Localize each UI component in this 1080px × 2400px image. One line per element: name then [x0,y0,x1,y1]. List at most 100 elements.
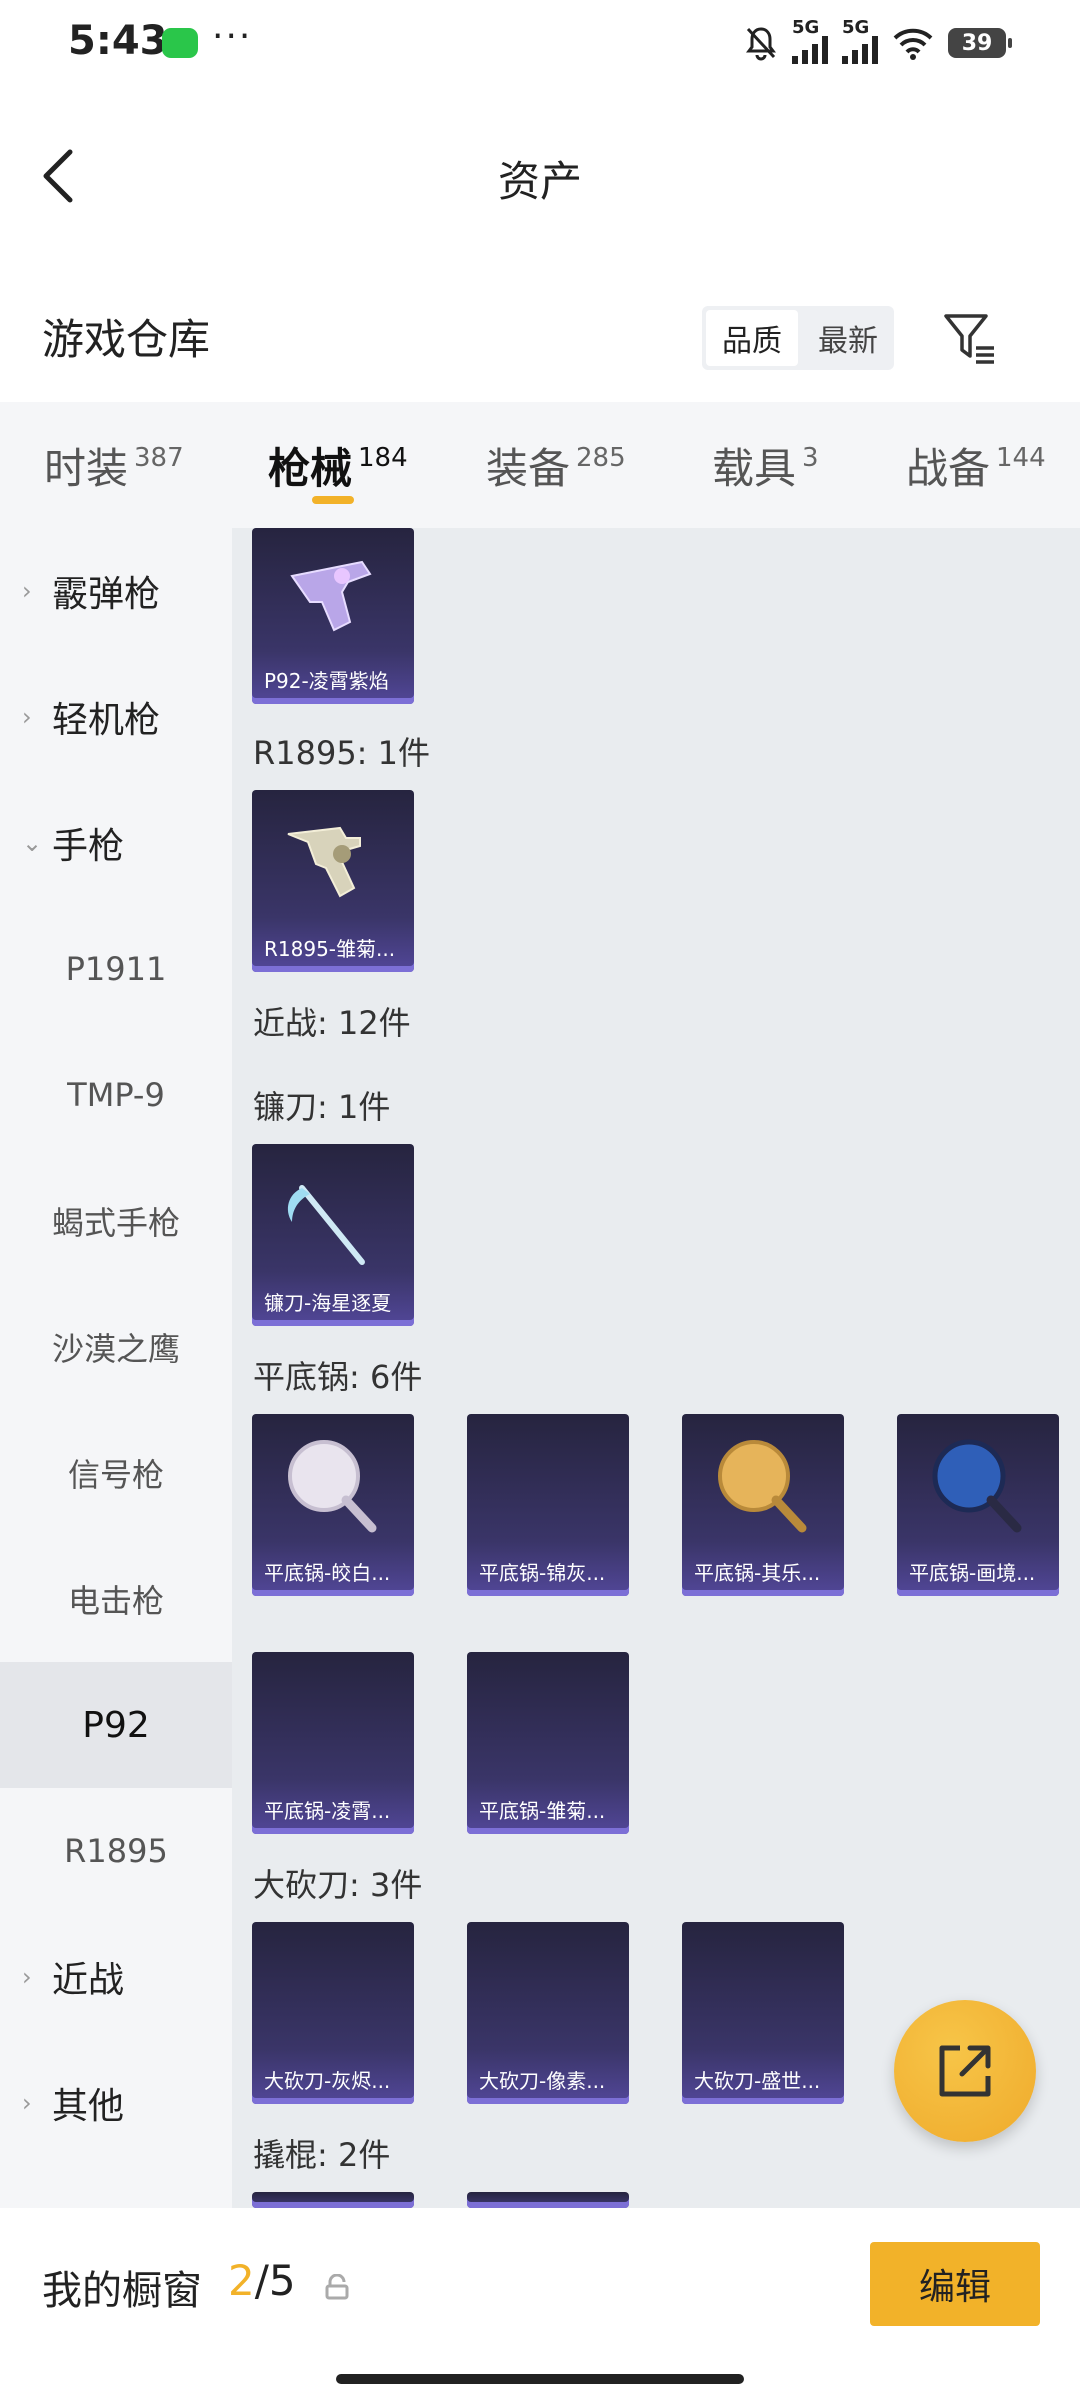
frying-pan-icon [288,1440,377,1533]
group-label: R1895: 1件 [253,734,430,772]
lock-icon [325,2274,349,2300]
sidebar-item-skorpion[interactable]: 蝎式手枪 [0,1158,232,1284]
tab-tactical[interactable]: 战备 144 [906,402,1046,528]
item-card[interactable]: 平底锅-雏菊... [467,1652,629,1834]
sidebar-item-p92[interactable]: P92 [0,1662,232,1788]
category-tabs: 时装 387 枪械 184 装备 285 载具 3 战备 144 [0,402,1080,528]
scythe-icon [287,1185,365,1265]
tab-label: 装备 [486,443,571,493]
item-card[interactable]: R1895-雏菊... [252,790,414,972]
sidebar-item-label: 近战 [52,1960,125,2001]
sidebar-item-other[interactable]: › 其他 [0,2040,232,2166]
tab-fashion[interactable]: 时装 387 [44,402,184,528]
item-card[interactable] [467,2192,629,2208]
wifi-icon [893,28,933,60]
sidebar-item-lmg[interactable]: › 轻机枪 [0,654,232,780]
group-label: 大砍刀: 3件 [253,1866,423,1904]
chevron-right-icon: › [22,577,32,605]
sort-toggle: 品质 最新 [702,306,894,370]
home-indicator[interactable] [336,2374,744,2384]
showcase-count: 2/5 [228,2256,296,2305]
tab-label: 载具 [712,443,797,493]
sidebar-item-shotgun[interactable]: › 霰弹枪 [0,528,232,654]
item-card[interactable]: 平底锅-皎白... [252,1414,414,1596]
tab-equipment[interactable]: 装备 285 [486,402,626,528]
tab-label: 战备 [906,443,991,493]
sidebar-item-pistol[interactable]: ⌄ 手枪 [0,780,232,906]
item-name: 大砍刀-像素... [479,2068,606,2093]
tab-count: 3 [802,443,819,473]
tab-label: 时装 [44,443,129,493]
tab-vehicles[interactable]: 载具 3 [712,402,819,528]
sidebar-item-p1911[interactable]: P1911 [0,906,232,1032]
tab-label: 枪械 [268,443,353,493]
tab-count: 387 [134,443,184,473]
signal-5g-icon-2: 5G [842,17,878,64]
net2-label: 5G [842,17,870,38]
frying-pan-icon [932,1439,1022,1533]
edit-button[interactable]: 编辑 [870,2242,1040,2326]
item-card[interactable]: 平底锅-锦灰... [467,1414,629,1596]
signal-5g-icon: 5G [792,17,828,64]
group-label: 撬棍: 2件 [253,2136,391,2174]
item-name: 平底锅-画境... [909,1560,1036,1585]
showcase-label: 我的橱窗 [42,2268,202,2314]
sidebar-item-label: 轻机枪 [52,700,161,741]
sidebar: › 霰弹枪 › 轻机枪 ⌄ 手枪 P1911 TMP-9 蝎式手枪 沙漠之鹰 信… [0,528,232,2208]
frying-pan-icon [718,1440,807,1533]
group-label: 近战: 12件 [253,1004,411,1042]
message-app-icon [162,28,198,58]
tab-guns[interactable]: 枪械 184 [268,402,408,528]
sidebar-item-label: 霰弹枪 [52,574,161,615]
status-icons: 5G 5G 39 [744,17,1012,66]
item-name: 大砍刀-灰烬... [264,2068,391,2093]
item-card[interactable] [252,2192,414,2208]
net1-label: 5G [792,17,820,38]
item-name: 平底锅-其乐... [694,1560,821,1585]
page-title: 资产 [497,157,582,206]
sidebar-item-r1895[interactable]: R1895 [0,1788,232,1914]
tab-count: 285 [576,443,626,473]
chevron-right-icon: › [22,2089,32,2117]
sort-quality-button[interactable]: 品质 [706,310,798,366]
share-button[interactable] [894,2000,1036,2142]
sidebar-item-label: 其他 [52,2086,125,2127]
item-name: 平底锅-凌霄... [264,1798,391,1823]
item-card[interactable]: 大砍刀-像素... [467,1922,629,2104]
item-card[interactable]: 大砍刀-盛世... [682,1922,844,2104]
group-label: 镰刀: 1件 [253,1088,391,1126]
item-card[interactable]: 镰刀-海星逐夏 [252,1144,414,1326]
item-name: 平底锅-皎白... [264,1560,391,1585]
sidebar-item-flare-gun[interactable]: 信号枪 [0,1410,232,1536]
item-name: 平底锅-雏菊... [479,1798,606,1823]
sidebar-item-stun-gun[interactable]: 电击枪 [0,1536,232,1662]
chevron-down-icon: ⌄ [22,829,43,857]
sidebar-item-deagle[interactable]: 沙漠之鹰 [0,1284,232,1410]
item-card[interactable]: 大砍刀-灰烬... [252,1922,414,2104]
tab-count: 144 [996,443,1046,473]
filter-icon[interactable] [942,310,998,366]
sort-latest-button[interactable]: 最新 [802,306,894,370]
sidebar-item-label: 手枪 [52,826,125,867]
item-card[interactable]: 平底锅-其乐... [682,1414,844,1596]
chevron-right-icon: › [22,1963,32,1991]
item-card[interactable]: 平底锅-画境... [897,1414,1059,1596]
item-card[interactable]: 平底锅-凌霄... [252,1652,414,1834]
warehouse-title: 游戏仓库 [42,315,211,364]
item-name: 大砍刀-盛世... [694,2068,821,2093]
item-name: R1895-雏菊... [264,936,396,961]
status-bar: 5:43 ··· 5G 5G 39 [0,0,1080,90]
item-card[interactable]: P92-凌霄紫焰 [252,528,414,704]
status-time: 5:43 [68,18,168,64]
mute-bell-icon [746,27,776,61]
pistol-icon [290,560,372,632]
showcase-total: /5 [254,2256,296,2305]
battery-icon: 39 [948,28,1012,58]
sidebar-item-tmp9[interactable]: TMP-9 [0,1032,232,1158]
tab-count: 184 [358,443,408,473]
showcase-bar: 我的橱窗 2/5 编辑 [0,2208,1080,2400]
showcase-current: 2 [228,2256,255,2305]
sidebar-item-melee[interactable]: › 近战 [0,1914,232,2040]
chevron-right-icon: › [22,703,32,731]
item-name: 平底锅-锦灰... [479,1560,606,1585]
